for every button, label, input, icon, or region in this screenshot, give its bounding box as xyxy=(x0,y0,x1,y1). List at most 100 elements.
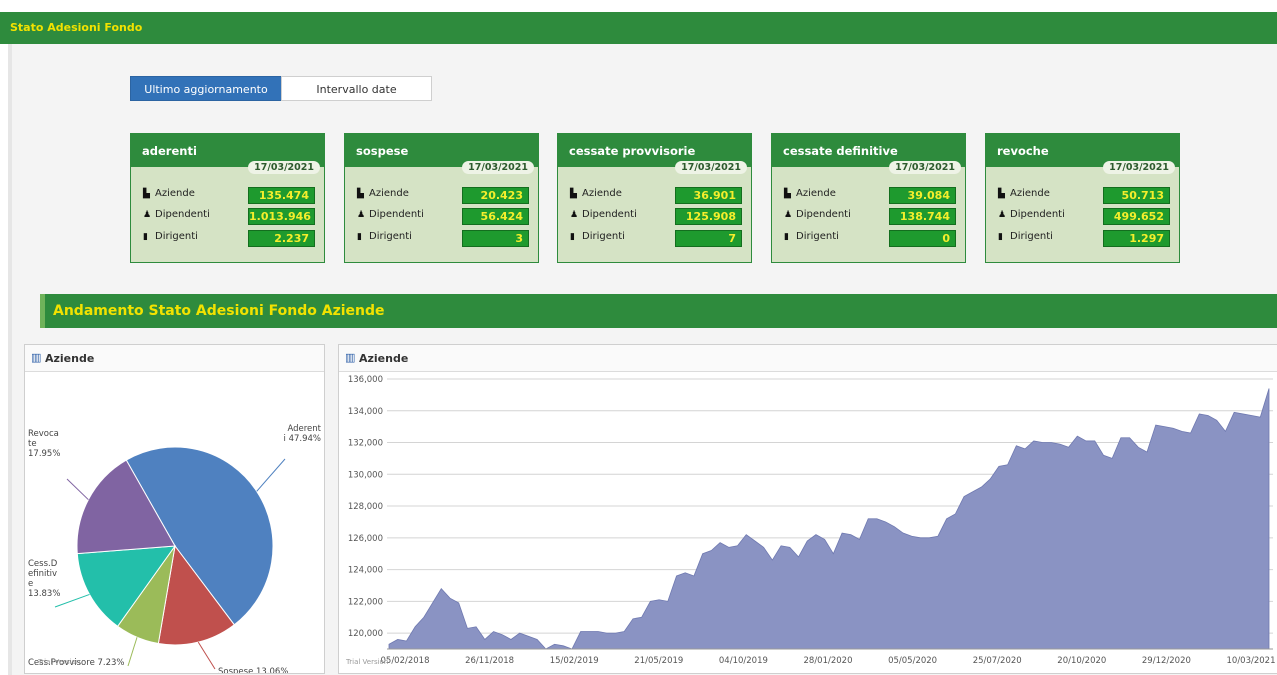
pie-leader-line xyxy=(197,641,216,670)
tab-intervallo-date[interactable]: Intervallo date xyxy=(281,76,432,101)
card-row: ▮ Dirigenti 2.237 xyxy=(143,230,315,247)
card-row: ▮ Dirigenti 0 xyxy=(784,230,956,247)
card-aderenti: aderenti 17/03/2021 ▙ Aziende 135.474 ♟ Dipend… xyxy=(130,133,325,263)
x-tick-label: 25/07/2020 xyxy=(973,656,1022,666)
row-label: Aziende xyxy=(155,188,195,199)
pie-label: Aderent xyxy=(287,424,321,434)
x-tick-label: 15/02/2019 xyxy=(550,656,599,666)
row-label: Dipendenti xyxy=(1010,209,1065,220)
section-title: Andamento Stato Adesioni Fondo Aziende xyxy=(53,303,385,319)
pie-label: efinitiv xyxy=(28,569,57,579)
card-revoche: revoche 17/03/2021 ▙ Aziende 50.713 ♟ Dipenden… xyxy=(985,133,1180,263)
card-date-badge: 17/03/2021 xyxy=(889,161,961,174)
manager-icon: ▮ xyxy=(998,232,1003,242)
card-title: aderenti xyxy=(142,144,197,158)
row-value: 36.901 xyxy=(675,187,742,204)
manager-icon: ▮ xyxy=(143,232,148,242)
pie-chart-panel: ▥ Aziende Aderent i 47.94% Sospese 13.06% C… xyxy=(24,344,325,674)
pie-label: Revoca xyxy=(28,429,59,439)
card-title: revoche xyxy=(997,144,1049,158)
row-value: 56.424 xyxy=(462,208,529,225)
card-row: ▙ Aziende 39.084 xyxy=(784,187,956,204)
users-icon: ♟ xyxy=(998,210,1007,220)
row-label: Dipendenti xyxy=(796,209,851,220)
x-tick-label: 21/05/2019 xyxy=(634,656,683,666)
row-value: 3 xyxy=(462,230,529,247)
area-panel-title: Aziende xyxy=(359,352,409,365)
users-icon: ♟ xyxy=(784,210,793,220)
card-sospese: sospese 17/03/2021 ▙ Aziende 20.423 ♟ Dipenden… xyxy=(344,133,539,263)
area-chart-panel: ▥ Aziende 120,000 122,000 124,000 126,000 12… xyxy=(338,344,1277,674)
row-value: 20.423 xyxy=(462,187,529,204)
users-icon: ♟ xyxy=(357,210,366,220)
card-row: ▙ Aziende 135.474 xyxy=(143,187,315,204)
card-date-badge: 17/03/2021 xyxy=(462,161,534,174)
row-value: 138.744 xyxy=(889,208,956,225)
card-row: ▙ Aziende 36.901 xyxy=(570,187,742,204)
area-series[interactable] xyxy=(388,388,1270,650)
card-title: cessate definitive xyxy=(783,144,898,158)
x-tick-label: 04/10/2019 xyxy=(719,656,768,666)
pie-label: Cess.D xyxy=(28,559,58,569)
row-label: Dirigenti xyxy=(369,231,412,242)
row-label: Dirigenti xyxy=(582,231,625,242)
row-value: 7 xyxy=(675,230,742,247)
row-label: Aziende xyxy=(796,188,836,199)
row-value: 50.713 xyxy=(1103,187,1170,204)
pie-label: 17.95% xyxy=(28,449,60,459)
users-icon: ♟ xyxy=(570,210,579,220)
card-date-badge: 17/03/2021 xyxy=(248,161,320,174)
factory-icon: ▙ xyxy=(998,189,1005,199)
row-label: Dipendenti xyxy=(155,209,210,220)
pie-leader-line xyxy=(127,637,138,667)
pie-panel-header: ▥ Aziende xyxy=(25,345,324,372)
row-value: 499.652 xyxy=(1103,208,1170,225)
pie-panel-title: Aziende xyxy=(45,352,95,365)
factory-icon: ▙ xyxy=(357,189,364,199)
card-title: sospese xyxy=(356,144,409,158)
area-chart: 120,000 122,000 124,000 126,000 128,000 130,0… xyxy=(348,375,1276,666)
bar-chart-icon: ▥ xyxy=(31,351,42,364)
x-tick-label: 29/12/2020 xyxy=(1142,656,1191,666)
card-date-badge: 17/03/2021 xyxy=(1103,161,1175,174)
card-title: cessate provvisorie xyxy=(569,144,696,158)
manager-icon: ▮ xyxy=(570,232,575,242)
pie-chart: Aderenti 47.94%Sospese 13.06%Cess.Provvi… xyxy=(28,424,322,673)
pie-label: 13.83% xyxy=(28,589,60,599)
bar-chart-icon: ▥ xyxy=(345,351,356,364)
row-value: 2.237 xyxy=(248,230,315,247)
manager-icon: ▮ xyxy=(357,232,362,242)
pie-leader-line xyxy=(66,478,89,501)
card-row: ▙ Aziende 20.423 xyxy=(357,187,529,204)
pie-label: Sospese 13.06% xyxy=(218,667,288,673)
area-panel-header: ▥ Aziende xyxy=(339,345,1277,372)
y-tick-label: 126,000 xyxy=(348,534,383,544)
y-tick-label: 120,000 xyxy=(348,629,383,639)
card-cessate-provvisorie: cessate provvisorie 17/03/2021 ▙ Aziende 36.… xyxy=(557,133,752,263)
pie-label: i 47.94% xyxy=(284,434,321,444)
factory-icon: ▙ xyxy=(784,189,791,199)
y-tick-label: 122,000 xyxy=(348,597,383,607)
tab-ultimo-aggiornamento[interactable]: Ultimo aggiornamento xyxy=(130,76,282,101)
card-row: ♟ Dipendenti 125.908 xyxy=(570,208,742,225)
y-tick-label: 136,000 xyxy=(348,375,383,385)
row-value: 0 xyxy=(889,230,956,247)
x-tick-label: 26/11/2018 xyxy=(465,656,514,666)
row-value: 135.474 xyxy=(248,187,315,204)
row-label: Dirigenti xyxy=(155,231,198,242)
pie-label: e xyxy=(28,579,33,589)
row-label: Dipendenti xyxy=(582,209,637,220)
row-value: 125.908 xyxy=(675,208,742,225)
card-row: ♟ Dipendenti 138.744 xyxy=(784,208,956,225)
row-label: Dipendenti xyxy=(369,209,424,220)
card-row: ▮ Dirigenti 7 xyxy=(570,230,742,247)
row-value: 39.084 xyxy=(889,187,956,204)
card-row: ♟ Dipendenti 499.652 xyxy=(998,208,1170,225)
manager-icon: ▮ xyxy=(784,232,789,242)
x-tick-label: 10/03/2021 xyxy=(1227,656,1276,666)
x-tick-label: 28/01/2020 xyxy=(804,656,853,666)
card-date-badge: 17/03/2021 xyxy=(675,161,747,174)
pie-label: te xyxy=(28,439,37,449)
card-row: ♟ Dipendenti 1.013.946 xyxy=(143,208,315,225)
y-tick-label: 128,000 xyxy=(348,502,383,512)
